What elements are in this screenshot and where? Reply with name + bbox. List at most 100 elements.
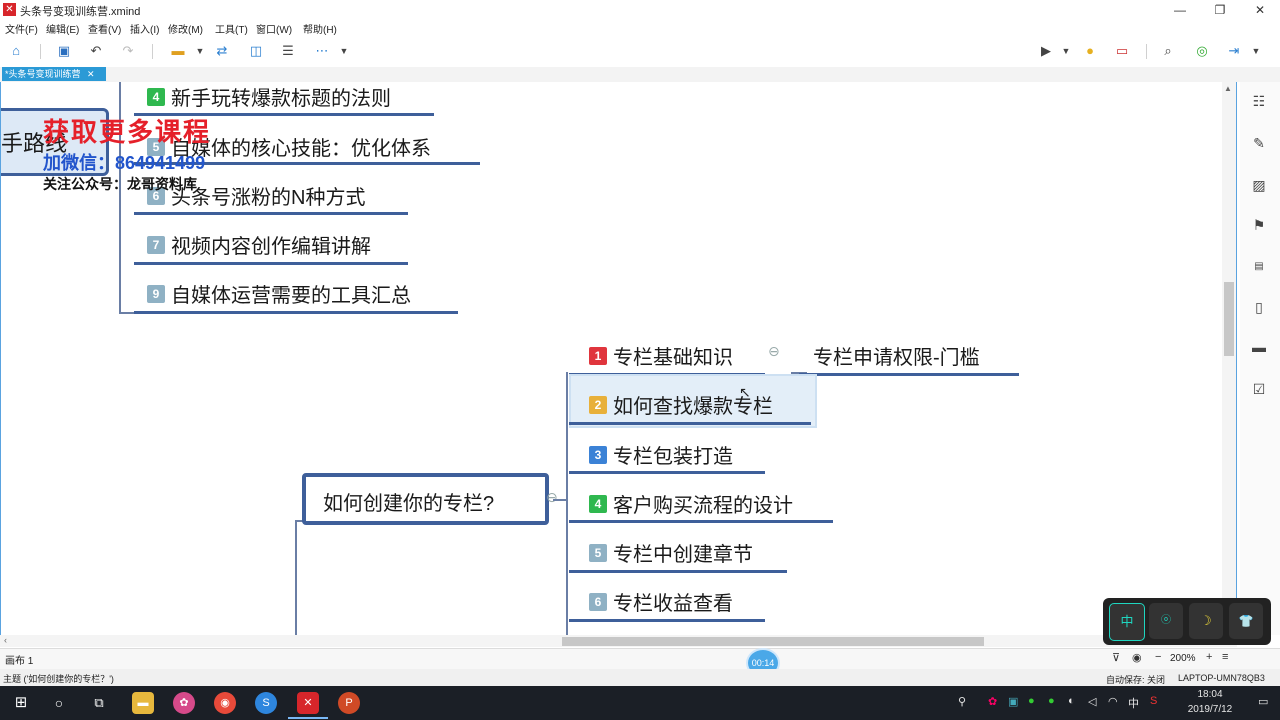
subtopic-node[interactable]: 3 专栏包装打造 — [589, 440, 733, 469]
powerpoint-icon[interactable]: P — [338, 692, 360, 714]
search-icon[interactable]: ⌕ — [1158, 42, 1178, 60]
taskview-icon[interactable]: ⧉ — [88, 692, 110, 714]
subtopic-node[interactable]: 4 客户购买流程的设计 — [589, 489, 793, 518]
topic-node[interactable]: 4 新手玩转爆款标题的法则 — [147, 82, 391, 111]
close-button[interactable]: ✕ — [1240, 0, 1280, 20]
ime-indicator[interactable]: 中 — [1128, 695, 1139, 711]
task-icon[interactable]: ☑ — [1250, 380, 1268, 398]
vertical-scroll-thumb[interactable] — [1224, 282, 1234, 356]
minimize-button[interactable]: — — [1160, 0, 1200, 20]
tray-app-icon[interactable]: ▣ — [1008, 695, 1018, 708]
tab-document[interactable]: *头条号变现训练营 ✕ — [2, 67, 106, 81]
scroll-left-icon[interactable]: ‹ — [4, 635, 7, 645]
close-icon[interactable]: ✕ — [87, 69, 95, 79]
wifi-icon[interactable]: ◠ — [1108, 695, 1118, 708]
menu-bar: 文件(F) 编辑(E) 查看(V) 插入(I) 修改(M) 工具(T) 窗口(W… — [0, 20, 1280, 36]
document-icon[interactable]: ▯ — [1250, 298, 1268, 316]
gantt-icon[interactable]: ▭ — [1112, 42, 1132, 60]
wechat-icon[interactable]: ● — [1048, 695, 1055, 707]
tray-app-icon[interactable]: ✿ — [988, 695, 997, 708]
fit-icon[interactable]: ≡ — [1222, 651, 1228, 663]
chrome-icon[interactable]: ◉ — [214, 692, 236, 714]
sheet-tab[interactable]: 画布 1 — [5, 652, 33, 667]
lightbulb-icon[interactable]: ● — [1080, 42, 1100, 60]
menu-insert[interactable]: 插入(I) — [130, 21, 159, 36]
maximize-button[interactable]: ❐ — [1200, 0, 1240, 20]
boundary-icon[interactable]: ◫ — [246, 42, 266, 60]
topic-underline — [134, 262, 408, 265]
ime-key[interactable]: 中 — [1109, 603, 1145, 641]
export-icon[interactable]: ⇥ — [1224, 42, 1244, 60]
share-icon[interactable]: ◎ — [1192, 42, 1212, 60]
collapse-icon[interactable]: ⊖ — [768, 343, 780, 360]
menu-window[interactable]: 窗口(W) — [256, 21, 292, 36]
chevron-down-icon[interactable]: ▼ — [1056, 42, 1076, 60]
moon-icon[interactable]: ☽ — [1189, 603, 1223, 639]
summary-icon[interactable]: ☰ — [278, 42, 298, 60]
topic-node[interactable]: 9 自媒体运营需要的工具汇总 — [147, 279, 411, 308]
marker-icon[interactable]: ⚑ — [1250, 216, 1268, 234]
note-icon[interactable]: ▤ — [1250, 258, 1268, 276]
menu-view[interactable]: 查看(V) — [88, 21, 121, 36]
zoom-in-button[interactable]: + — [1206, 651, 1212, 663]
topic-icon[interactable]: ▬ — [168, 42, 188, 60]
sogou-icon[interactable]: S — [255, 692, 277, 714]
photos-icon[interactable]: ✿ — [173, 692, 195, 714]
horizontal-scroll-thumb[interactable] — [562, 637, 984, 646]
subtopic-child-label[interactable]: 专栏申请权限-门槛 — [813, 341, 980, 370]
menu-help[interactable]: 帮助(H) — [303, 21, 337, 36]
people-icon[interactable]: ⚲ — [958, 695, 966, 708]
menu-modify[interactable]: 修改(M) — [168, 21, 203, 36]
save-icon[interactable]: ▣ — [54, 42, 74, 60]
sheet-bar: 画布 1 ⊽ ◉ − 200% + ≡ — [0, 648, 1280, 669]
subtopic-node[interactable]: 1 专栏基础知识 — [589, 341, 733, 370]
skin-icon[interactable]: 👕 — [1229, 603, 1263, 639]
horizontal-scrollbar[interactable]: ‹ — [0, 635, 1237, 647]
filter-icon[interactable]: ⊽ — [1112, 651, 1120, 664]
zoom-out-button[interactable]: − — [1155, 651, 1161, 663]
tray-app-icon[interactable]: ◐ — [1068, 695, 1075, 707]
menu-edit[interactable]: 编辑(E) — [46, 21, 79, 36]
notification-icon[interactable]: ▭ — [1258, 695, 1268, 708]
redo-icon[interactable]: ↷ — [118, 42, 138, 60]
relationship-icon[interactable]: ⇄ — [212, 42, 232, 60]
speaker-icon[interactable]: ◁ — [1088, 695, 1096, 708]
windows-icon[interactable]: ⊞ — [10, 692, 32, 714]
search-icon[interactable]: ○ — [48, 692, 70, 714]
topic-label: 头条号涨粉的N种方式 — [171, 187, 366, 209]
wechat-icon[interactable]: ● — [1028, 695, 1035, 707]
home-icon[interactable]: ⌂ — [6, 42, 26, 60]
chevron-down-icon[interactable]: ▼ — [334, 42, 354, 60]
comment-icon[interactable]: ▬ — [1250, 338, 1268, 356]
subtopic-node[interactable]: 5 专栏中创建章节 — [589, 538, 753, 567]
autosave-status[interactable]: 自动保存: 关闭 — [1106, 673, 1165, 686]
eye-icon[interactable]: ◉ — [1132, 651, 1142, 664]
vertical-scrollbar[interactable]: ▲ — [1222, 82, 1236, 635]
collapse-icon[interactable]: ⊖ — [546, 489, 558, 506]
tab-label: *头条号变现训练营 — [5, 69, 81, 79]
scroll-up-icon[interactable]: ▲ — [1224, 84, 1232, 93]
undo-icon[interactable]: ↶ — [86, 42, 106, 60]
menu-tools[interactable]: 工具(T) — [215, 21, 248, 36]
explorer-icon[interactable]: ▬ — [132, 692, 154, 714]
topic-node[interactable]: 7 视频内容创作编辑讲解 — [147, 230, 371, 259]
clock-time[interactable]: 18:04 — [1182, 689, 1238, 700]
image-icon[interactable]: ▨ — [1250, 176, 1268, 194]
right-panel-rail: ☷ ✎ ▨ ⚑ ▤ ▯ ▬ ☑ — [1240, 82, 1280, 635]
chevron-down-icon[interactable]: ▼ — [1246, 42, 1266, 60]
topic-label: 视频内容创作编辑讲解 — [171, 236, 371, 258]
format-icon[interactable]: ✎ — [1250, 134, 1268, 152]
more-icon[interactable]: ⋯ — [312, 42, 332, 60]
menu-file[interactable]: 文件(F) — [5, 21, 38, 36]
mindmap-canvas[interactable]: 手路线 4 新手玩转爆款标题的法则 5 自媒体的核心技能：优化体系 6 头条号涨… — [0, 82, 1237, 635]
topic-label: 自媒体运营需要的工具汇总 — [171, 285, 411, 307]
chevron-down-icon[interactable]: ▼ — [190, 42, 210, 60]
clock-date[interactable]: 2019/7/12 — [1176, 704, 1244, 715]
sogou-tray-icon[interactable]: S — [1150, 695, 1157, 707]
punctuation-key[interactable]: ⓞ — [1149, 603, 1183, 639]
subtopic-node[interactable]: 6 专栏收益查看 — [589, 587, 733, 616]
presentation-icon[interactable]: ▶ — [1036, 42, 1056, 60]
outline-icon[interactable]: ☷ — [1250, 92, 1268, 110]
priority-badge: 9 — [147, 284, 165, 303]
xmind-icon[interactable]: ✕ — [297, 692, 319, 714]
